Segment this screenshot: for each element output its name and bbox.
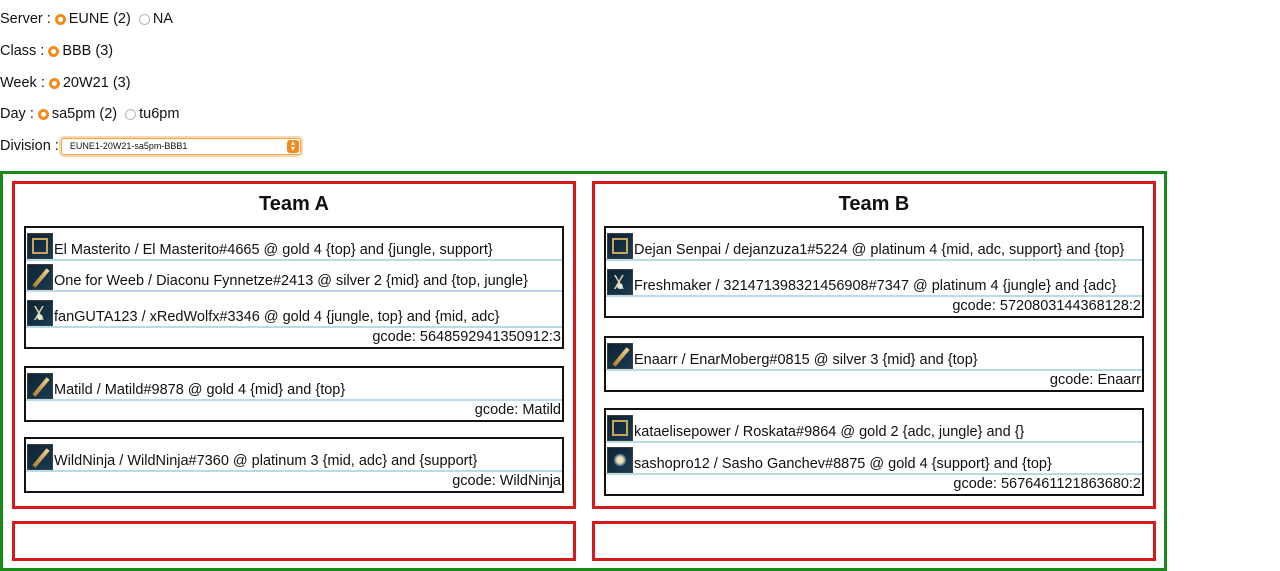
team-a-group-2: Matild / Matild#9878 @ gold 4 {mid} and … [24, 366, 564, 422]
class-filter: Class : BBB (3) [0, 40, 117, 62]
server-option-na[interactable]: NA [153, 11, 173, 27]
player-text: One for Weeb / Diaconu Fynnetze#2413 @ s… [54, 273, 528, 289]
day-filter: Day : sa5pm (2) tu6pm [0, 103, 183, 125]
team-a-group-3: WildNinja / WildNinja#7360 @ platinum 3 … [24, 437, 564, 493]
frame-icon [607, 233, 633, 259]
week-filter: Week : 20W21 (3) [0, 72, 135, 94]
sword-icon [27, 264, 53, 290]
team-a-panel: Team A El Masterito / El Masterito#4665 … [12, 181, 576, 509]
team-b-group-1: Dejan Senpai / dejanzuza1#5224 @ platinu… [604, 226, 1144, 318]
sword-icon [27, 373, 53, 399]
server-option-eune[interactable]: EUNE (2) [69, 11, 131, 27]
player-text: El Masterito / El Masterito#4665 @ gold … [54, 242, 493, 258]
claw-icon [27, 300, 53, 326]
player-row: Matild / Matild#9878 @ gold 4 {mid} and … [26, 368, 562, 401]
team-a-group-1: El Masterito / El Masterito#4665 @ gold … [24, 226, 564, 349]
server-filter: Server : EUNE (2) NA [0, 8, 177, 30]
gcode-label: gcode: Enaarr [1049, 372, 1141, 388]
week-label: Week : [0, 75, 45, 91]
server-label: Server : [0, 11, 51, 27]
star-icon [607, 447, 633, 473]
team-b-group-2: Enaarr / EnarMoberg#0815 @ silver 3 {mid… [604, 336, 1144, 392]
frame-icon [607, 415, 633, 441]
team-a-title: Team A [258, 193, 330, 215]
player-row: kataelisepower / Roskata#9864 @ gold 2 {… [606, 410, 1142, 443]
day-radio-sa5pm[interactable] [37, 108, 49, 120]
team-b-group-3: kataelisepower / Roskata#9864 @ gold 2 {… [604, 408, 1144, 496]
server-radio-eune[interactable] [54, 13, 66, 25]
day-radio-tu6pm[interactable] [125, 108, 137, 120]
next-team-panel-right [592, 521, 1156, 561]
player-row: fanGUTA123 / xRedWolfx#3346 @ gold 4 {ju… [26, 292, 562, 328]
claw-icon [607, 269, 633, 295]
player-row: WildNinja / WildNinja#7360 @ platinum 3 … [26, 439, 562, 472]
player-row: Enaarr / EnarMoberg#0815 @ silver 3 {mid… [606, 338, 1142, 371]
player-row: sashopro12 / Sasho Ganchev#8875 @ gold 4… [606, 443, 1142, 475]
day-option-sa5pm[interactable]: sa5pm (2) [52, 106, 117, 122]
player-text: Dejan Senpai / dejanzuza1#5224 @ platinu… [634, 242, 1125, 258]
class-option-bbb[interactable]: BBB (3) [62, 43, 113, 59]
division-filter: Division : EUNE1-20W21-sa5pm-BBB1 ▴ ▾ [0, 135, 301, 157]
player-text: fanGUTA123 / xRedWolfx#3346 @ gold 4 {ju… [54, 309, 500, 325]
gcode-label: gcode: 5676461121863680:2 [953, 476, 1141, 492]
player-row: One for Weeb / Diaconu Fynnetze#2413 @ s… [26, 261, 562, 292]
player-text: Enaarr / EnarMoberg#0815 @ silver 3 {mid… [634, 352, 978, 368]
next-team-panel-left [12, 521, 576, 561]
class-radio-bbb[interactable] [48, 45, 60, 57]
player-text: sashopro12 / Sasho Ganchev#8875 @ gold 4… [634, 456, 1052, 472]
gcode-label: gcode: Matild [474, 402, 561, 418]
team-b-title: Team B [838, 193, 910, 215]
week-option-20w21[interactable]: 20W21 (3) [63, 75, 131, 91]
player-text: kataelisepower / Roskata#9864 @ gold 2 {… [634, 424, 1025, 440]
class-label: Class : [0, 43, 45, 59]
gcode-label: gcode: 5648592941350912:3 [372, 329, 561, 345]
player-text: Freshmaker / 321471398321456908#7347 @ p… [634, 278, 1117, 294]
division-select[interactable]: EUNE1-20W21-sa5pm-BBB1 ▴ ▾ [60, 137, 301, 155]
division-label: Division : [0, 138, 59, 154]
gcode-label: gcode: WildNinja [452, 473, 561, 489]
player-row: El Masterito / El Masterito#4665 @ gold … [26, 228, 562, 261]
server-radio-na[interactable] [138, 13, 150, 25]
player-row: Dejan Senpai / dejanzuza1#5224 @ platinu… [606, 228, 1142, 261]
day-option-tu6pm[interactable]: tu6pm [139, 106, 179, 122]
team-b-panel: Team B Dejan Senpai / dejanzuza1#5224 @ … [592, 181, 1156, 509]
gcode-label: gcode: 5720803144368128:2 [952, 298, 1141, 314]
frame-icon [27, 233, 53, 259]
sword-icon [27, 444, 53, 470]
sword-icon [607, 343, 633, 369]
day-label: Day : [0, 106, 34, 122]
player-text: Matild / Matild#9878 @ gold 4 {mid} and … [54, 382, 346, 398]
division-select-value: EUNE1-20W21-sa5pm-BBB1 [69, 141, 188, 151]
select-chevron-icon: ▴ ▾ [286, 139, 299, 153]
week-radio-20w21[interactable] [48, 77, 60, 89]
player-text: WildNinja / WildNinja#7360 @ platinum 3 … [54, 453, 478, 469]
player-row: Freshmaker / 321471398321456908#7347 @ p… [606, 261, 1142, 297]
